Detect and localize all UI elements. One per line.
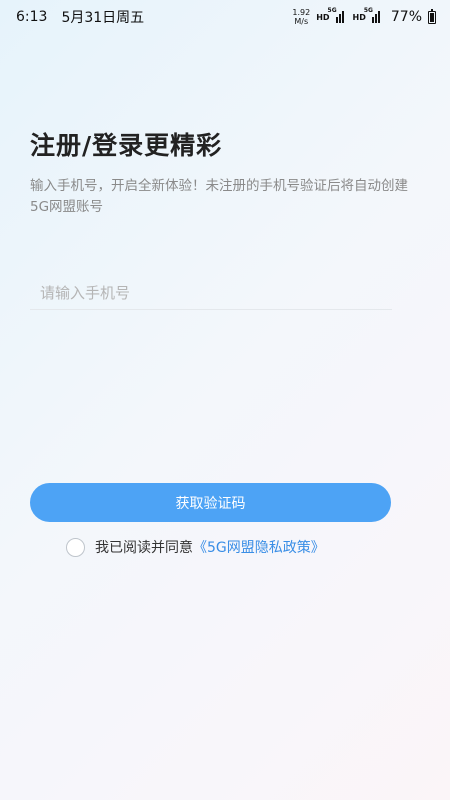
network-type-label-2: 5G bbox=[363, 7, 373, 14]
network-type-label: 5G bbox=[327, 7, 337, 14]
page-title: 注册/登录更精彩 bbox=[30, 131, 223, 160]
network-speed-value: 1.92 bbox=[292, 8, 311, 17]
signal-icon: 5G bbox=[328, 7, 347, 23]
agreement-label: 我已阅读并同意 bbox=[95, 540, 193, 556]
status-bar: 6:13 5月31日周五 1.92 M/s HD 5G HD 5G 77% bbox=[0, 0, 450, 34]
privacy-policy-link[interactable]: 《5G网盟隐私政策》 bbox=[193, 537, 325, 557]
network-speed-unit: M/s bbox=[294, 17, 309, 26]
network-speed: 1.92 M/s bbox=[292, 8, 310, 26]
page-subtitle: 输入手机号，开启全新体验！未注册的手机号验证后将自动创建5G网盟账号 bbox=[30, 178, 408, 215]
status-bar-right: 1.92 M/s HD 5G HD 5G 77% bbox=[292, 7, 436, 26]
phone-input[interactable] bbox=[30, 276, 392, 310]
battery-icon bbox=[428, 8, 436, 24]
signal-icon-2: 5G bbox=[364, 7, 383, 23]
agreement-row: 我已阅读并同意 《5G网盟隐私政策》 bbox=[66, 537, 325, 557]
status-time: 6:13 bbox=[16, 9, 48, 25]
status-bar-left: 6:13 5月31日周五 bbox=[16, 7, 144, 27]
agreement-checkbox[interactable] bbox=[66, 537, 85, 557]
get-code-button[interactable]: 获取验证码 bbox=[30, 483, 391, 522]
battery-percent: 77% bbox=[390, 9, 422, 25]
status-date: 5月31日周五 bbox=[61, 10, 145, 26]
